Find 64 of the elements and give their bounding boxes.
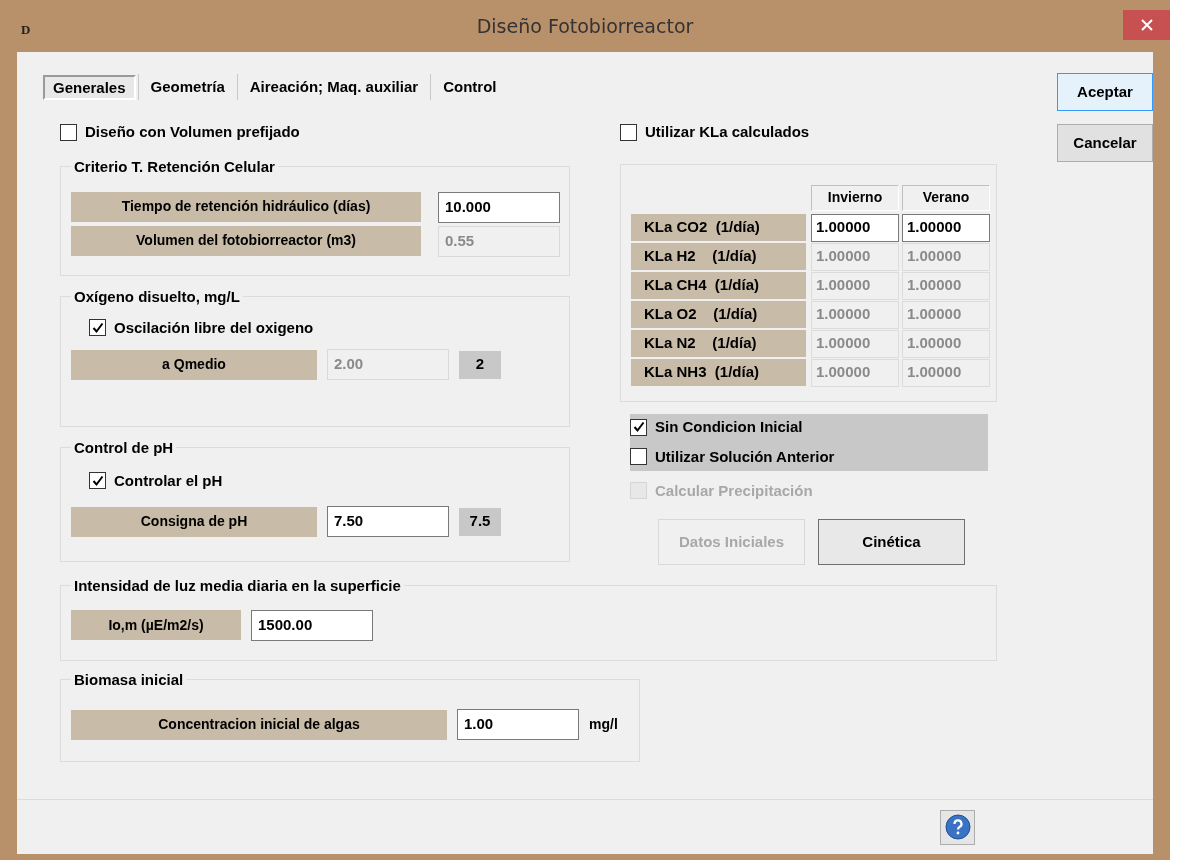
checkbox[interactable] [89,319,106,337]
field-label: Volumen del fotobiorreactor (m3) [71,225,421,256]
checkbox[interactable] [630,418,647,436]
tab[interactable]: Control [433,74,507,100]
input-field[interactable]: 1.00 [457,709,579,740]
field-label: Concentracion inicial de algas [71,709,447,740]
help-button[interactable] [940,809,975,845]
row-header: KLa H2 (1/día) [631,242,806,270]
table-cell-field[interactable]: 1.00000 [811,213,899,242]
tab[interactable]: Generales [43,74,136,100]
check-icon [632,421,645,434]
table-cell-field[interactable]: 1.00000 [902,213,990,242]
row-header: KLa CO2 (1/día) [631,213,806,241]
checkbox-label[interactable]: Utilizar KLa calculados [645,121,810,144]
row-header: KLa NH3 (1/día) [631,358,806,386]
row-header: KLa CH4 (1/día) [631,271,806,299]
table-cell-field: 1.00000 [902,358,990,387]
close-icon [1140,19,1153,31]
checkbox[interactable] [60,123,77,141]
dialog-button[interactable]: Cancelar [1057,124,1153,162]
field-label: Tiempo de retención hidráulico (días) [71,191,421,222]
help-icon [944,814,971,840]
unit-label: mg/l [589,715,618,734]
table-cell-field: 1.00000 [811,329,899,358]
row-header: KLa N2 (1/día) [631,329,806,357]
readout-value: 2 [459,350,501,379]
dialog-button[interactable]: Aceptar [1057,73,1153,111]
tab[interactable]: Aireación; Maq. auxiliar [239,74,429,100]
column-header: Verano [902,184,990,211]
checkbox[interactable] [620,123,637,141]
tab[interactable]: Geometría [140,74,235,100]
table-cell-field: 1.00000 [902,242,990,271]
window-title: Diseño Fotobiorreactor [476,13,694,39]
table-cell-field: 1.00000 [902,300,990,329]
close-button[interactable] [1123,10,1170,40]
field-label: Consigna de pH [71,506,317,537]
table-cell-field: 1.00000 [811,358,899,387]
table-cell-field: 1.00000 [902,271,990,300]
input-field[interactable]: 7.50 [327,506,449,537]
input-field: 2.00 [327,349,449,380]
field-label: a Qmedio [71,349,317,380]
input-field: 0.55 [438,225,560,257]
checkbox-label[interactable]: Sin Condicion Inicial [655,416,803,439]
field-label: Io,m (µE/m2/s) [71,610,241,640]
table-cell-field: 1.00000 [902,329,990,358]
table-cell-field: 1.00000 [811,271,899,300]
table-cell-field: 1.00000 [811,300,899,329]
checkbox-label[interactable]: Oscilación libre del oxigeno [114,316,314,339]
input-field[interactable]: 1500.00 [251,610,373,641]
column-header: Invierno [811,184,899,211]
checkbox-label[interactable]: Controlar el pH [114,469,223,492]
action-button[interactable]: Cinética [818,519,965,565]
checkbox-label[interactable]: Diseño con Volumen prefijado [85,121,300,144]
action-button: Datos Iniciales [658,519,805,565]
checkbox-label[interactable]: Utilizar Solución Anterior [655,445,835,468]
checkbox[interactable] [630,448,647,466]
input-field[interactable]: 10.000 [438,191,560,223]
table-cell-field: 1.00000 [811,242,899,271]
check-icon [91,474,104,487]
app-icon: D [21,20,31,40]
checkbox[interactable] [89,472,106,490]
row-header: KLa O2 (1/día) [631,300,806,328]
readout-value: 7.5 [459,507,501,536]
check-icon [91,321,104,334]
